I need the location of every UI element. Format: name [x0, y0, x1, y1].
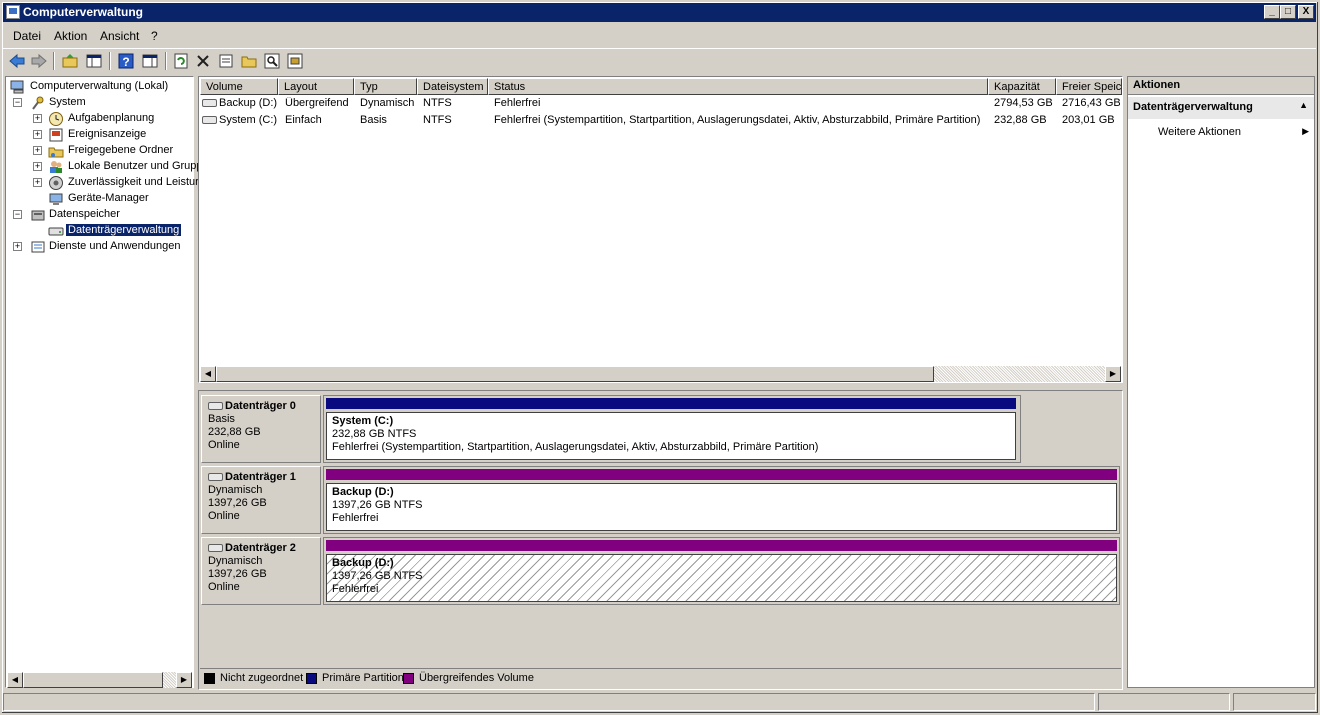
navigation-tree: Computerverwaltung (Lokal) − System + Au… — [5, 76, 203, 688]
table-row[interactable]: Backup (D:) Übergreifend Dynamisch NTFS … — [199, 96, 1122, 112]
help-icon[interactable]: ? — [117, 52, 135, 70]
menu-bar: Datei Aktion Ansicht ? — [3, 25, 1316, 47]
toolbar-separator — [109, 52, 111, 70]
status-panel — [3, 693, 1095, 711]
scroll-right-icon[interactable]: ▶ — [1105, 366, 1121, 382]
legend-swatch-unallocated — [204, 673, 215, 684]
menu-datei[interactable]: Datei — [13, 29, 41, 43]
actions-section-datentraegerverwaltung[interactable]: Datenträgerverwaltung ▲ — [1128, 97, 1314, 119]
volume-icon — [202, 116, 217, 124]
primary-partition-bar — [326, 398, 1016, 409]
properties-icon[interactable] — [217, 52, 235, 70]
disk-settings-icon[interactable] — [286, 52, 304, 70]
status-panel — [1098, 693, 1230, 711]
event-viewer-icon — [49, 128, 63, 142]
scroll-left-icon[interactable]: ◀ — [7, 672, 23, 688]
title-bar[interactable]: Computerverwaltung _ □ X — [3, 3, 1316, 22]
performance-icon — [49, 176, 63, 190]
delete-icon[interactable] — [194, 52, 212, 70]
computer-icon — [10, 80, 24, 94]
menu-aktion[interactable]: Aktion — [54, 29, 87, 43]
column-header-layout[interactable]: Layout — [278, 78, 354, 95]
services-icon — [31, 241, 45, 253]
volume-list: Volume Layout Typ Dateisystem Status Kap… — [198, 76, 1123, 383]
volume-backup-d-disk2[interactable]: Backup (D:) 1397,26 GB NTFS Fehlerfrei — [323, 537, 1120, 605]
disk-layout-pane: Datenträger 0 Basis 232,88 GB Online Sys… — [198, 390, 1123, 690]
status-panel — [1233, 693, 1316, 711]
clock-icon — [49, 112, 63, 126]
storage-icon — [31, 210, 45, 221]
show-hide-tree-icon[interactable] — [85, 52, 103, 70]
column-header-volume[interactable]: Volume — [200, 78, 278, 95]
maximize-button[interactable]: □ — [1280, 5, 1296, 19]
disk-icon — [208, 402, 223, 410]
submenu-arrow-icon: ▶ — [1302, 126, 1309, 136]
minimize-button[interactable]: _ — [1264, 5, 1280, 19]
legend-label: Nicht zugeordnet — [220, 672, 304, 684]
menu-help[interactable]: ? — [151, 29, 158, 43]
volume-system-c[interactable]: System (C:) 232,88 GB NTFS Fehlerfrei (S… — [323, 395, 1021, 463]
list-horizontal-scrollbar[interactable]: ◀ ▶ — [200, 366, 1121, 382]
expand-icon[interactable]: + — [33, 162, 42, 171]
collapse-up-icon[interactable]: ▲ — [1299, 100, 1308, 110]
expand-icon[interactable]: + — [13, 242, 22, 251]
scroll-right-icon[interactable]: ▶ — [176, 672, 192, 688]
users-icon — [50, 161, 62, 173]
expand-icon[interactable]: + — [33, 146, 42, 155]
volume-backup-d-disk1[interactable]: Backup (D:) 1397,26 GB NTFS Fehlerfrei — [323, 466, 1120, 534]
expand-icon[interactable]: + — [33, 130, 42, 139]
disk-2-info[interactable]: Datenträger 2 Dynamisch 1397,26 GB Onlin… — [201, 537, 321, 605]
disk-management-icon — [48, 227, 64, 236]
column-header-freier-speicher[interactable]: Freier Speic — [1056, 78, 1122, 95]
expand-icon[interactable]: + — [33, 178, 42, 187]
column-header-kapazitaet[interactable]: Kapazität — [988, 78, 1056, 95]
scroll-thumb[interactable] — [23, 672, 163, 688]
actions-title: Aktionen — [1128, 77, 1314, 95]
toolbar-separator — [165, 52, 167, 70]
legend-swatch-spanned — [403, 673, 414, 684]
shared-folder-icon — [48, 147, 64, 158]
close-button[interactable]: X — [1298, 5, 1314, 19]
collapse-icon[interactable]: − — [13, 98, 22, 107]
disk-icon — [208, 544, 223, 552]
svg-text:?: ? — [122, 55, 129, 69]
scroll-thumb[interactable] — [216, 366, 934, 382]
disk-1-info[interactable]: Datenträger 1 Dynamisch 1397,26 GB Onlin… — [201, 466, 321, 534]
tools-icon — [32, 96, 44, 110]
properties-view-icon[interactable] — [141, 52, 159, 70]
legend-label: Primäre Partition — [322, 672, 404, 684]
table-row[interactable]: System (C:) Einfach Basis NTFS Fehlerfre… — [199, 113, 1122, 129]
search-icon[interactable] — [263, 52, 281, 70]
disk-icon — [208, 473, 223, 481]
toolbar-separator — [53, 52, 55, 70]
expand-icon[interactable]: + — [33, 114, 42, 123]
volume-icon — [202, 99, 217, 107]
status-bar — [3, 692, 1316, 712]
computer-management-icon — [6, 5, 20, 19]
scroll-left-icon[interactable]: ◀ — [200, 366, 216, 382]
disk-0-info[interactable]: Datenträger 0 Basis 232,88 GB Online — [201, 395, 321, 463]
selected-volume-hatch: Backup (D:) 1397,26 GB NTFS Fehlerfrei — [326, 554, 1117, 602]
window-title: Computerverwaltung — [23, 5, 144, 19]
column-header-dateisystem[interactable]: Dateisystem — [417, 78, 488, 95]
menu-ansicht[interactable]: Ansicht — [100, 29, 139, 43]
legend: Nicht zugeordnet Primäre Partition Überg… — [200, 668, 1121, 688]
legend-label: Übergreifendes Volume — [419, 672, 534, 684]
forward-icon[interactable] — [30, 52, 48, 70]
legend-swatch-primary — [306, 673, 317, 684]
column-header-status[interactable]: Status — [488, 78, 988, 95]
spanned-volume-bar — [326, 469, 1117, 480]
back-icon[interactable] — [8, 52, 26, 70]
toolbar: ? — [3, 48, 1316, 72]
column-header-typ[interactable]: Typ — [354, 78, 417, 95]
device-manager-icon — [49, 193, 63, 205]
actions-pane: Aktionen Datenträgerverwaltung ▲ Weitere… — [1127, 76, 1315, 688]
tree-horizontal-scrollbar[interactable]: ◀ ▶ — [7, 672, 192, 688]
spanned-volume-bar — [326, 540, 1117, 551]
collapse-icon[interactable]: − — [13, 210, 22, 219]
open-icon[interactable] — [240, 52, 258, 70]
action-weitere-aktionen[interactable]: Weitere Aktionen ▶ — [1128, 125, 1314, 141]
refresh-icon[interactable] — [172, 52, 190, 70]
up-folder-icon[interactable] — [61, 52, 79, 70]
